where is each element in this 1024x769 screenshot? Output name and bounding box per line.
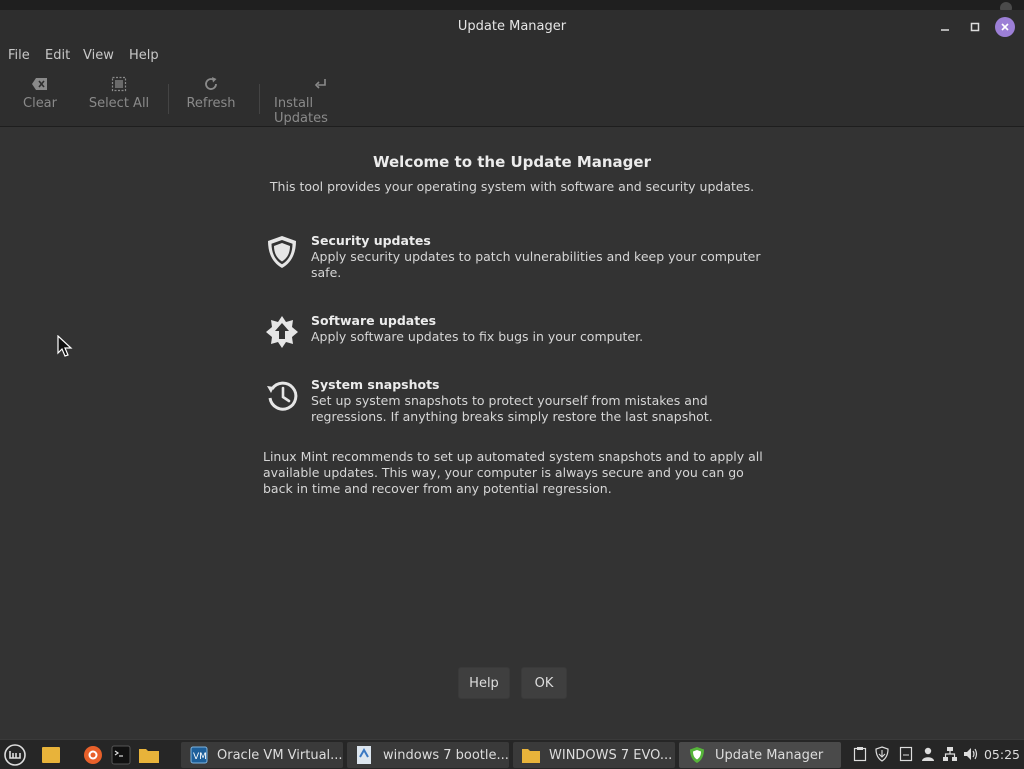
install-icon — [314, 79, 326, 89]
close-icon — [1001, 23, 1009, 31]
menu-view[interactable]: View — [83, 48, 114, 63]
taskbar-window-label: WINDOWS 7 EVO... — [549, 747, 673, 763]
desktop-icon — [42, 747, 60, 763]
menu-help[interactable]: Help — [129, 48, 159, 63]
taskbar: VM Oracle VM Virtual... windows 7 bootle… — [0, 739, 1024, 769]
clear-button[interactable]: Clear — [22, 74, 58, 111]
network-tray-icon[interactable] — [942, 746, 958, 762]
update-manager-window: Update Manager File Edit View Help Clear — [0, 10, 1024, 739]
svg-text:VM: VM — [193, 752, 207, 762]
minimize-icon — [941, 29, 949, 31]
user-tray-icon[interactable] — [920, 746, 936, 762]
refresh-button[interactable]: Refresh — [186, 74, 236, 111]
toolbar: Clear Select All Refresh Install Updates — [0, 66, 1024, 127]
refresh-icon — [205, 77, 217, 90]
notes-tray-icon[interactable] — [898, 746, 914, 762]
volume-tray-icon[interactable] — [963, 746, 979, 762]
shield-icon — [268, 236, 296, 268]
welcome-title: Welcome to the Update Manager — [373, 153, 651, 171]
install-updates-label: Install Updates — [274, 96, 328, 126]
recommendation-text: Linux Mint recommends to set up automate… — [263, 449, 763, 496]
taskbar-window-label: Update Manager — [715, 747, 824, 763]
feature-description: Apply security updates to patch vulnerab… — [311, 249, 761, 280]
welcome-subtitle: This tool provides your operating system… — [269, 179, 755, 194]
maximize-button[interactable] — [966, 18, 984, 36]
update-shield-tray-icon[interactable] — [874, 746, 890, 762]
taskbar-window-label: windows 7 bootle... — [383, 747, 509, 763]
toolbar-separator — [259, 84, 260, 114]
titlebar[interactable]: Update Manager — [0, 10, 1024, 44]
mouse-cursor-icon — [57, 335, 73, 357]
mint-logo-icon — [4, 744, 26, 766]
folder-icon — [139, 749, 159, 763]
terminal-launcher[interactable] — [110, 744, 132, 766]
upgrade-star-icon — [266, 316, 298, 348]
window-title: Update Manager — [457, 19, 567, 34]
close-button[interactable] — [995, 17, 1015, 37]
select-all-button[interactable]: Select All — [88, 74, 150, 111]
mint-menu-button[interactable] — [4, 744, 26, 766]
help-button[interactable]: Help — [458, 667, 510, 699]
clock[interactable]: 05:25 — [984, 747, 1020, 762]
feature-description: Apply software updates to fix bugs in yo… — [311, 329, 644, 344]
maximize-icon — [970, 22, 980, 32]
welcome-panel: Welcome to the Update Manager This tool … — [0, 127, 1024, 739]
taskbar-window-document-viewer[interactable]: windows 7 bootle... — [347, 742, 509, 768]
files-launcher[interactable] — [138, 744, 160, 766]
menu-edit[interactable]: Edit — [45, 48, 70, 63]
refresh-label: Refresh — [186, 96, 236, 111]
clear-icon — [32, 78, 47, 90]
document-viewer-icon — [355, 745, 375, 765]
select-all-label: Select All — [88, 96, 150, 111]
menubar: File Edit View Help — [0, 44, 1024, 66]
terminal-icon — [111, 745, 131, 765]
menu-file[interactable]: File — [8, 48, 30, 63]
feature-heading: Security updates — [311, 233, 431, 248]
taskbar-window-virtualbox[interactable]: VM Oracle VM Virtual... — [181, 742, 343, 768]
virtualbox-icon: VM — [189, 745, 209, 765]
firefox-launcher[interactable] — [82, 744, 104, 766]
taskbar-window-label: Oracle VM Virtual... — [217, 747, 343, 763]
feature-heading: Software updates — [311, 313, 437, 328]
clipboard-tray-icon[interactable] — [852, 746, 868, 762]
firefox-icon — [84, 746, 102, 764]
taskbar-window-folder[interactable]: WINDOWS 7 EVO... — [513, 742, 675, 768]
taskbar-window-update-manager[interactable]: Update Manager — [679, 742, 841, 768]
toolbar-separator — [168, 84, 169, 114]
install-updates-button[interactable]: Install Updates — [274, 74, 368, 126]
feature-description: Set up system snapshots to protect yours… — [311, 393, 713, 424]
history-icon — [267, 381, 298, 411]
select-all-icon — [111, 76, 127, 92]
clear-label: Clear — [23, 96, 57, 111]
feature-heading: System snapshots — [311, 377, 440, 392]
shield-icon — [687, 745, 707, 765]
show-desktop-button[interactable] — [40, 744, 62, 766]
folder-icon — [521, 745, 541, 765]
ok-button[interactable]: OK — [521, 667, 567, 699]
minimize-button[interactable] — [936, 18, 954, 36]
